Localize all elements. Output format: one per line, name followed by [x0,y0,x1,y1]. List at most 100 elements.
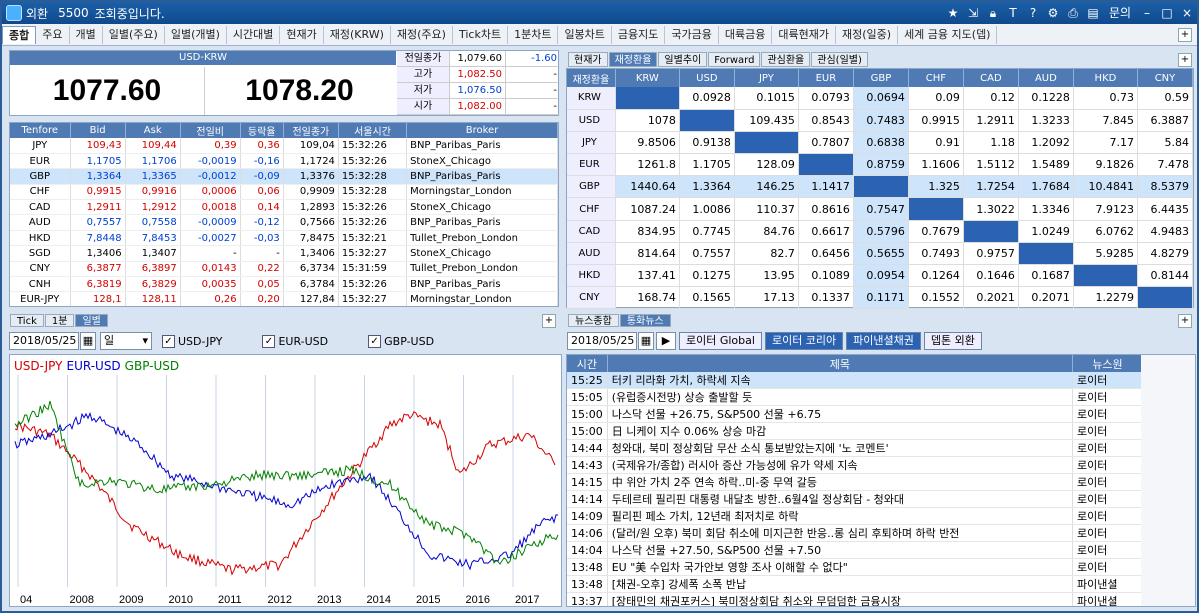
news-source-button[interactable]: 파이낸셜채권 [846,332,921,350]
tab-13[interactable]: 국가금융 [665,25,719,44]
tenor-col-header[interactable]: 등락율 [240,123,284,138]
tab-9[interactable]: Tick차트 [453,25,509,44]
news-row[interactable]: 15:00 나스닥 선물 +26.75, S&P500 선물 +6.75 로이터 [567,405,1143,424]
tenor-col-header[interactable]: 전일비 [180,123,241,138]
maximize-icon[interactable]: □ [1159,5,1175,21]
matrix-row[interactable]: JPY 9.8506 0.9138 0.7807 0.6838 0.91 1.18 1.209… [567,131,1194,155]
lock-icon[interactable]: 🔒︎ [985,5,1001,21]
table-row[interactable]: SGD 1,3406 1,3407- -1,3406 15:32:27 StoneX_Ch… [10,245,558,262]
chart-tab[interactable]: 일별 [75,314,108,327]
matrix-row[interactable]: EUR 1261.8 1.1705 128.09 0.8759 1.1606 1.5112 1… [567,153,1194,177]
news-row[interactable]: 14:43 (국제유가/종합) 러시아 증산 가능성에 유가 약세 지속 로이터 [567,456,1143,475]
chart-date-input[interactable]: 2018/05/25 [9,332,79,350]
tab-0[interactable]: 종합 [2,25,37,44]
tab-1[interactable]: 주요 [36,25,70,44]
star-icon[interactable]: ★ [945,5,961,21]
table-row[interactable]: CAD 1,2911 1,2912 0,0018 0,14 1,2893 15:32:26 S… [10,199,558,216]
matrix-row[interactable]: GBP 1440.64 1.3364 146.25 1.1417 1.325 1.7254 1… [567,175,1194,199]
matrix-row[interactable]: HKD 137.41 0.1275 13.95 0.1089 0.0954 0.1264 0.… [567,264,1194,288]
news-row[interactable]: 14:06 (달러/원 오후) 북미 회담 취소에 미지근한 반응..롱 심리 후… [567,524,1143,543]
check-icon[interactable]: ✓ [262,334,276,348]
help-icon[interactable]: ? [1025,5,1041,21]
news-source-button[interactable]: 로이터 Global [679,332,762,350]
matrix-row[interactable]: KRW 0.0928 0.1015 0.0793 0.0694 0.09 0.12 0.122… [567,87,1194,110]
series-checkbox[interactable]: ✓ EUR-USD [262,334,328,348]
tab-17[interactable]: 세계 금융 지도(뎁) [898,25,998,44]
tab-14[interactable]: 대륙금융 [719,25,773,44]
tab-7[interactable]: 재정(KRW) [324,25,391,44]
tenor-col-header[interactable]: 서울시간 [338,123,408,138]
tab-3[interactable]: 일별(주요) [103,25,165,44]
news-date-input[interactable]: 2018/05/25 [567,332,637,350]
news-row[interactable]: 13:48 EU "美 수입차 국가안보 영향 조사 이해할 수 없다" 로이터 [567,558,1143,577]
play-icon[interactable]: ▶ [656,332,676,350]
inquiry-menu[interactable]: 문의 [1105,5,1135,21]
matrix-tab[interactable]: 재정환율 [608,52,658,67]
news-row[interactable]: 13:48 [채권-오후] 강세폭 소폭 반납 파이낸셜 [567,575,1143,594]
tab-15[interactable]: 대륙현재가 [772,25,836,44]
add-chart-tab-button[interactable]: + [542,314,556,328]
settings-icon[interactable]: ⚙ [1045,5,1061,21]
add-matrix-tab-button[interactable]: + [1178,53,1192,67]
table-row[interactable]: JPY 109,43 109,44 0,39 0,36 109,04 15:32:26 BNP… [10,138,558,154]
tab-4[interactable]: 일별(개별) [165,25,227,44]
table-row[interactable]: CHF 0,9915 0,9916 0,0006 0,06 0,9909 15:32:28 M… [10,184,558,201]
news-tab[interactable]: 뉴스종합 [568,314,619,327]
minimize-icon[interactable]: – [1139,5,1155,21]
table-row[interactable]: GBP 1,3364 1,3365 -0,0012 -0,09 1,3376 15:32:2… [10,168,558,185]
news-row[interactable]: 13:37 [장태민의 채권포커스] 북미정상회담 취소와 무덤덤한 금융시장 파이… [567,592,1143,606]
matrix-row[interactable]: CNY 168.74 0.1565 17.13 0.1337 0.1171 0.1552 0.… [567,286,1194,310]
tenor-col-header[interactable]: Broker [406,123,558,138]
period-select[interactable]: 일 ▾ [100,332,152,350]
tenor-col-header[interactable]: Ask [125,123,181,138]
matrix-tab[interactable]: 관심환율 [761,52,811,67]
chart-tab[interactable]: Tick [10,314,44,327]
calendar-icon[interactable]: ▦ [80,332,96,350]
table-row[interactable]: CNY 6,3877 6,3897 0,0143 0,22 6,3734 15:31:59 T… [10,261,558,278]
check-icon[interactable]: ✓ [162,334,175,348]
matrix-row[interactable]: USD 1078 109.435 0.8543 0.7483 0.9915 1.2911 1.… [567,109,1194,132]
news-row[interactable]: 15:05 (유럽증시전망) 상승 출발할 듯 로이터 [567,388,1143,407]
news-tab[interactable]: 통화뉴스 [619,314,671,327]
print-icon[interactable]: ⎙ [1065,5,1081,21]
news-row[interactable]: 14:14 두테르테 필리핀 대통령 내달초 방한..6월4일 정상회담 - 청와… [567,490,1143,509]
series-checkbox[interactable]: ✓ USD-JPY [162,334,222,348]
tab-2[interactable]: 개별 [70,25,103,44]
news-col-header[interactable]: 뉴스원 [1072,355,1143,372]
tenor-col-header[interactable]: Bid [70,123,126,138]
news-row[interactable]: 14:09 필리핀 페소 가치, 12년래 최저치로 하락 로이터 [567,507,1143,526]
tab-5[interactable]: 시간대별 [227,25,281,44]
calendar-icon[interactable]: ▦ [638,332,654,350]
text-icon[interactable]: T [1005,5,1021,21]
table-row[interactable]: HKD 7,8448 7,8453 -0,0027 -0,03 7,8475 15:32:2… [10,230,558,247]
matrix-tab[interactable]: 일별추이 [658,52,708,67]
matrix-tab[interactable]: 현재가 [568,52,608,67]
series-checkbox[interactable]: ✓ GBP-USD [368,334,434,348]
tab-11[interactable]: 일봉차트 [558,25,612,44]
close-icon[interactable]: × [1179,5,1195,21]
export-icon[interactable]: ⇲ [965,5,981,21]
tab-8[interactable]: 재정(주요) [391,25,453,44]
tenor-col-header[interactable]: 전일종가 [283,123,339,138]
table-row[interactable]: AUD 0,7557 0,7558 -0,0009 -0,12 0,7566 15:32:2… [10,214,558,231]
layout-icon[interactable]: ▤ [1085,5,1101,21]
table-row[interactable]: EUR 1,1705 1,1706 -0,0019 -0,16 1,1724 15:32:2… [10,153,558,170]
news-scroll-area[interactable] [1141,355,1195,606]
add-tab-button[interactable]: + [1178,28,1192,42]
news-col-header[interactable]: 제목 [607,355,1074,372]
table-row[interactable]: CNH 6,3819 6,3829 0,0035 0,05 6,3784 15:32:26 B… [10,276,558,293]
news-row[interactable]: 15:25 터키 리라화 가치, 하락세 지속 로이터 [567,372,1143,390]
news-row[interactable]: 14:04 나스닥 선물 +27.50, S&P500 선물 +7.50 로이터 [567,541,1143,560]
news-col-header[interactable]: 시간 [567,355,608,372]
news-source-button[interactable]: 뎁톤 외환 [923,332,982,350]
tab-10[interactable]: 1분차트 [508,25,559,44]
matrix-tab[interactable]: 관심(일별) [811,52,868,67]
matrix-row[interactable]: AUD 814.64 0.7557 82.7 0.6456 0.5655 0.7493 0.9… [567,242,1194,266]
news-row[interactable]: 14:44 청와대, 북미 정상회담 무산 소식 통보받았는지에 '노 코멘트' 로… [567,439,1143,458]
check-icon[interactable]: ✓ [368,334,382,348]
news-row[interactable]: 14:15 中 위안 가치 2주 연속 하락..미-중 무역 갈등 로이터 [567,473,1143,492]
tab-6[interactable]: 현재가 [280,25,324,44]
screen-code[interactable]: 5500 [58,6,89,20]
add-news-tab-button[interactable]: + [1178,314,1192,328]
tenor-col-header[interactable]: Tenfore [10,123,71,138]
